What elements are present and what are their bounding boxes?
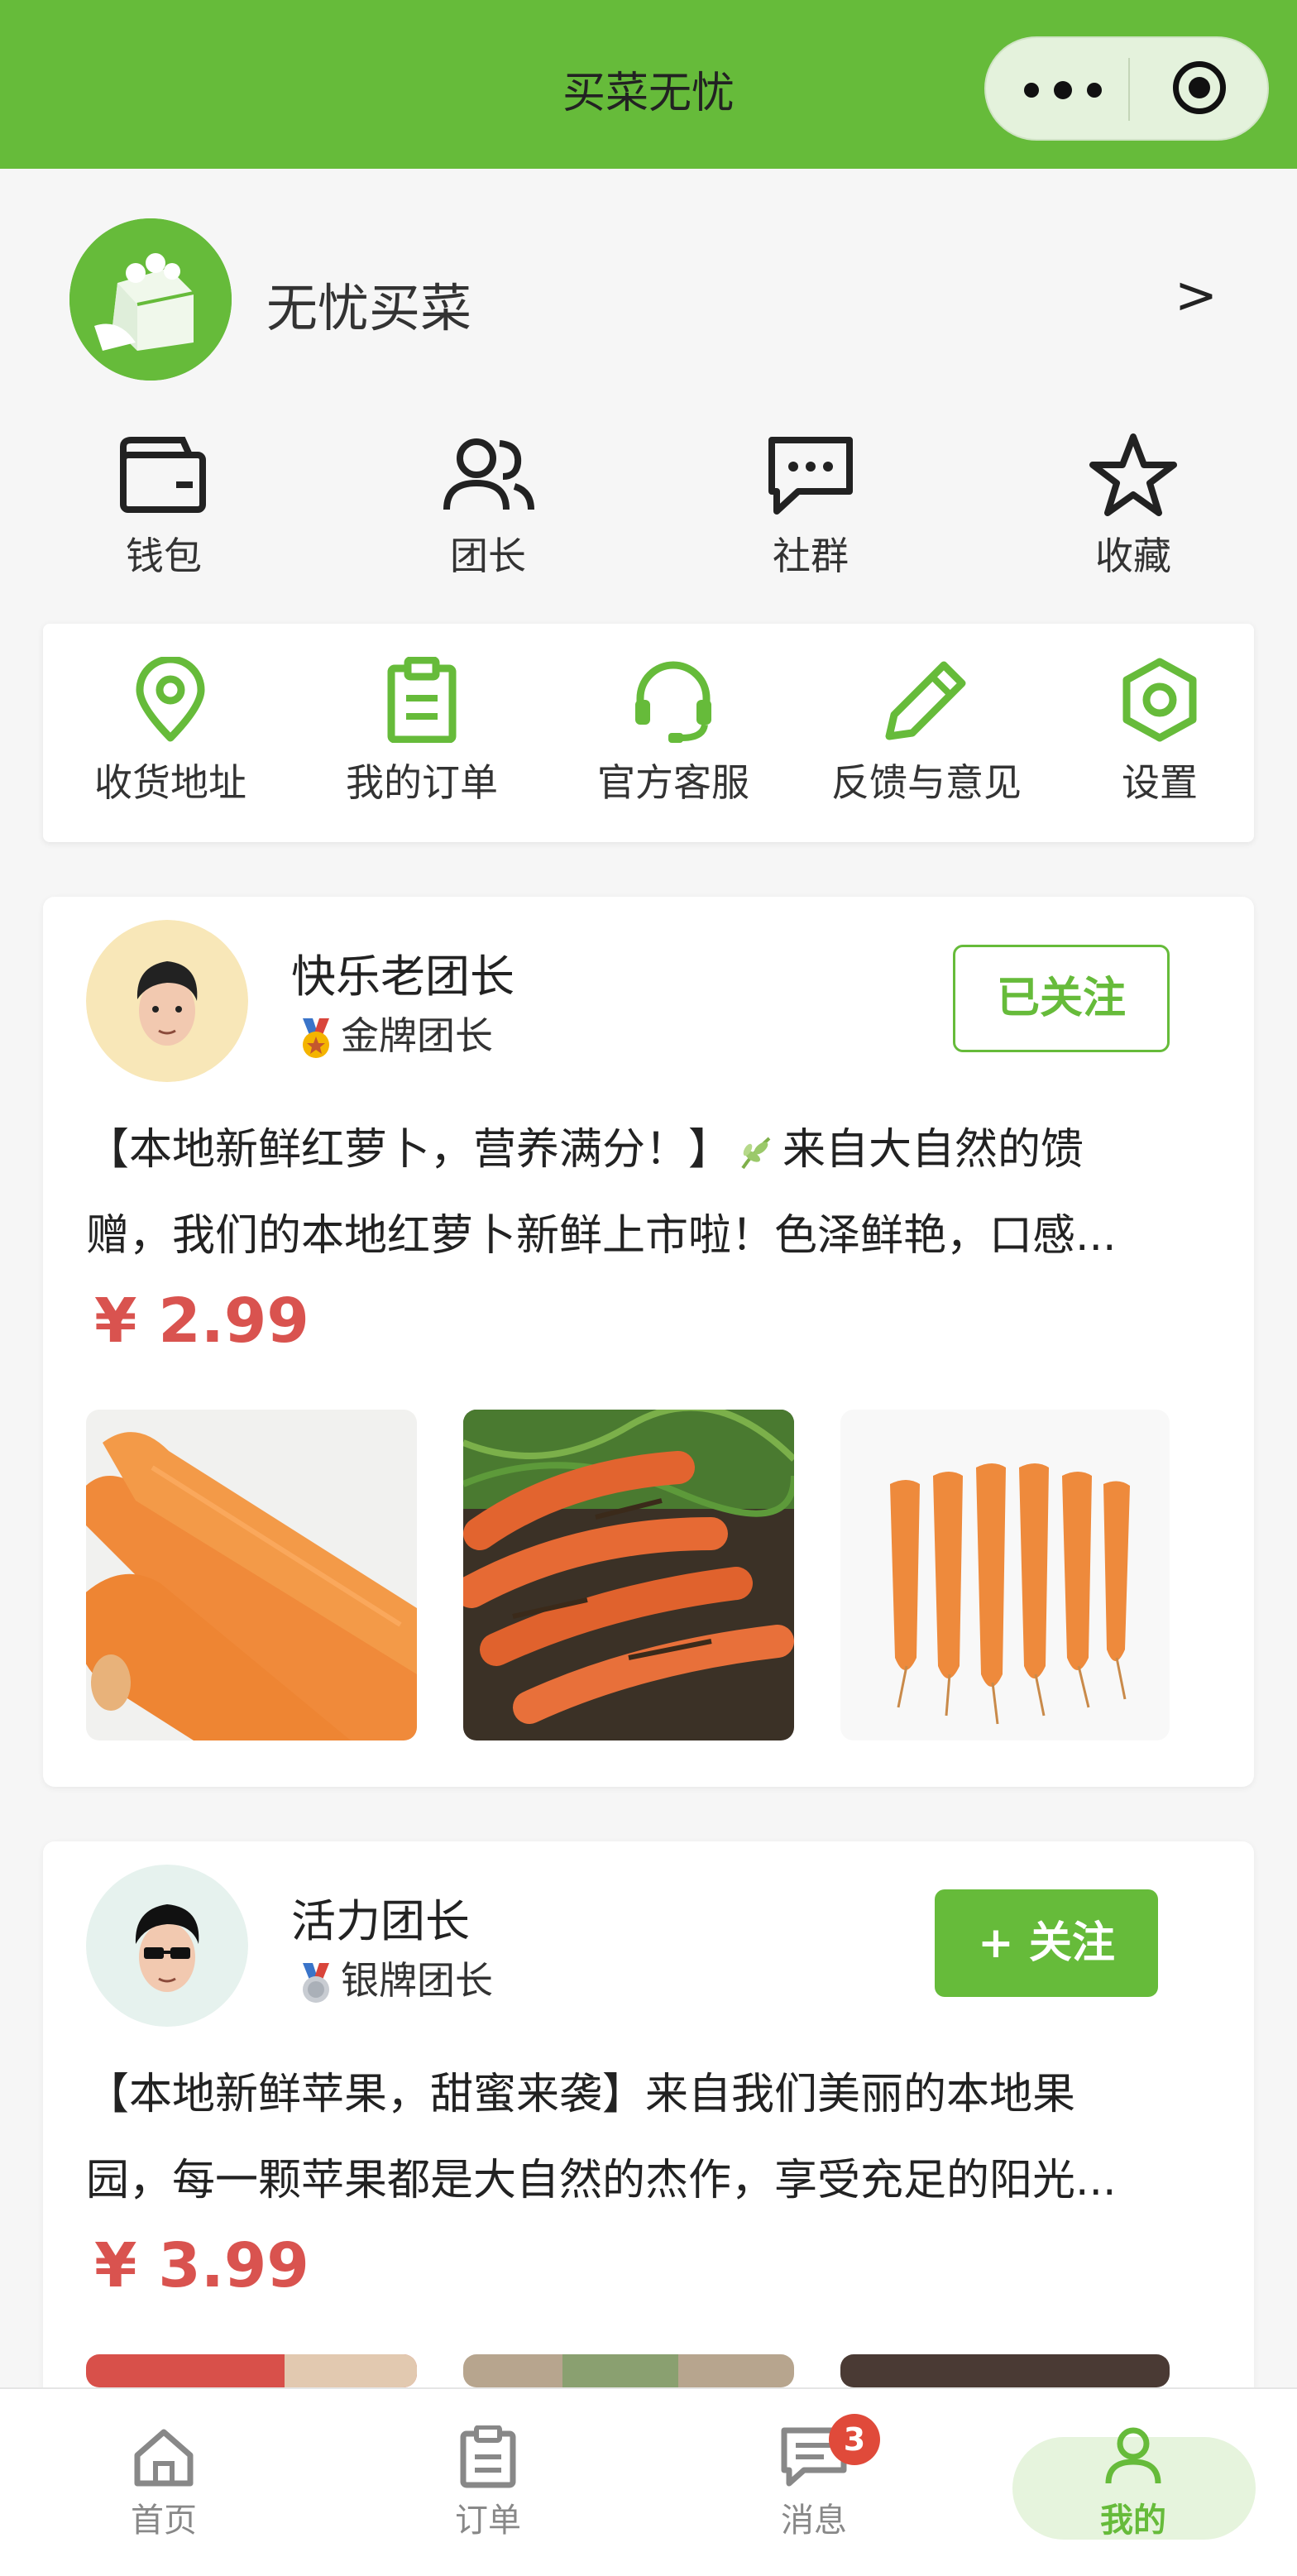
post-desc-part: 来自大自然的馈	[783, 1125, 1084, 1175]
home-icon	[134, 2429, 194, 2487]
avatar[interactable]	[69, 218, 232, 381]
leader-rank-text: 银牌团长	[341, 1958, 493, 2003]
leaf-icon	[741, 1137, 771, 1170]
service-label: 收货地址	[94, 760, 246, 805]
user-icon	[1105, 2427, 1161, 2484]
close-target-icon[interactable]	[1173, 61, 1226, 114]
silver-medal-icon	[303, 1962, 329, 2003]
service-settings[interactable]: 设置	[1036, 657, 1284, 807]
more-icon[interactable]	[1024, 73, 1107, 106]
service-label: 我的订单	[346, 760, 498, 805]
tab-home[interactable]: 首页	[81, 2425, 246, 2541]
clipboard-icon	[387, 657, 457, 743]
service-label: 反馈与意见	[831, 760, 1022, 805]
users-icon	[443, 438, 534, 510]
quick-link-community[interactable]: 社群	[728, 433, 893, 581]
leader-name: 活力团长	[291, 1895, 470, 1947]
product-image[interactable]	[840, 1410, 1170, 1740]
service-orders[interactable]: 我的订单	[298, 657, 546, 807]
followed-button[interactable]: 已关注	[953, 945, 1170, 1052]
post-description: 【本地新鲜红萝卜，营养满分！】 来自大自然的馈 赠，我们的本地红萝卜新鲜上市啦！…	[86, 1107, 1228, 1279]
quick-link-wallet[interactable]: 钱包	[81, 433, 246, 581]
nav-header: 买菜无忧	[0, 0, 1297, 169]
headset-icon	[635, 661, 711, 743]
star-icon	[1089, 433, 1177, 516]
product-image[interactable]	[463, 1410, 794, 1740]
quick-link-label: 钱包	[126, 534, 202, 578]
leader-avatar[interactable]	[86, 920, 248, 1082]
price: ¥ 3.99	[94, 2230, 309, 2301]
leader-post-card[interactable]: 活力团长 银牌团长 + 关注 【本地新鲜苹果，甜蜜来袭】来自我们美丽的本地果 园…	[43, 1841, 1254, 2470]
capsule-divider	[1128, 58, 1130, 121]
leader-avatar[interactable]	[86, 1865, 248, 2027]
tab-label: 消息	[781, 2502, 847, 2540]
quick-link-label: 收藏	[1095, 534, 1171, 578]
settings-icon	[1122, 658, 1197, 742]
service-support[interactable]: 官方客服	[549, 657, 797, 807]
product-image[interactable]	[463, 2354, 794, 2387]
tab-label: 首页	[131, 2502, 197, 2540]
profile-section: 无忧买菜 > 钱包 团长 社群 收藏	[0, 169, 1297, 615]
quick-link-label: 社群	[773, 534, 849, 578]
post-description: 【本地新鲜苹果，甜蜜来袭】来自我们美丽的本地果 园，每一颗苹果都是大自然的杰作，…	[86, 2052, 1228, 2224]
service-feedback[interactable]: 反馈与意见	[802, 657, 1051, 807]
chat-icon	[768, 437, 853, 515]
quick-link-label: 团长	[450, 534, 526, 578]
follow-button[interactable]: + 关注	[935, 1889, 1158, 1997]
leader-rank: 银牌团长	[298, 1951, 493, 2005]
service-card: 收货地址 我的订单 官方客服 反馈与意见 设置	[43, 624, 1254, 842]
service-label: 官方客服	[597, 760, 749, 805]
mini-program-capsule	[984, 36, 1269, 141]
post-desc-line: 赠，我们的本地红萝卜新鲜上市啦！色泽鲜艳，口感...	[86, 1211, 1117, 1261]
tab-orders[interactable]: 订单	[405, 2425, 571, 2541]
quick-link-favorites[interactable]: 收藏	[1051, 433, 1216, 581]
tab-label: 订单	[455, 2502, 521, 2540]
leader-rank-text: 金牌团长	[341, 1013, 493, 1058]
service-label: 设置	[1122, 760, 1198, 805]
profile-arrow[interactable]: >	[1175, 265, 1218, 325]
post-desc-line: 园，每一颗苹果都是大自然的杰作，享受充足的阳光...	[86, 2156, 1117, 2205]
product-image[interactable]	[86, 2354, 417, 2387]
product-image[interactable]	[840, 2354, 1170, 2387]
message-badge: 3	[829, 2414, 880, 2465]
wallet-icon	[120, 437, 206, 513]
quick-link-leader[interactable]: 团长	[405, 433, 571, 581]
leader-name: 快乐老团长	[291, 950, 514, 1003]
tab-mine[interactable]: 我的	[1051, 2425, 1216, 2541]
tab-bar: 首页 订单 消息 3 我的	[0, 2387, 1297, 2576]
clipboard-icon	[460, 2425, 516, 2488]
product-image[interactable]	[86, 1410, 417, 1740]
location-icon	[136, 657, 205, 742]
post-desc-line: 【本地新鲜苹果，甜蜜来袭】来自我们美丽的本地果	[86, 2070, 1076, 2119]
pencil-icon	[885, 661, 966, 740]
leader-post-card[interactable]: 快乐老团长 金牌团长 已关注 【本地新鲜红萝卜，营养满分！】 来自大自然的馈 赠…	[43, 897, 1254, 1787]
gold-medal-icon	[303, 1017, 329, 1058]
service-address[interactable]: 收货地址	[46, 657, 294, 807]
price: ¥ 2.99	[94, 1286, 309, 1357]
leader-rank: 金牌团长	[298, 1006, 493, 1061]
tab-label: 我的	[1100, 2502, 1166, 2540]
profile-name: 无忧买菜	[266, 278, 472, 338]
post-desc-part: 【本地新鲜红萝卜，营养满分！】	[86, 1125, 732, 1175]
